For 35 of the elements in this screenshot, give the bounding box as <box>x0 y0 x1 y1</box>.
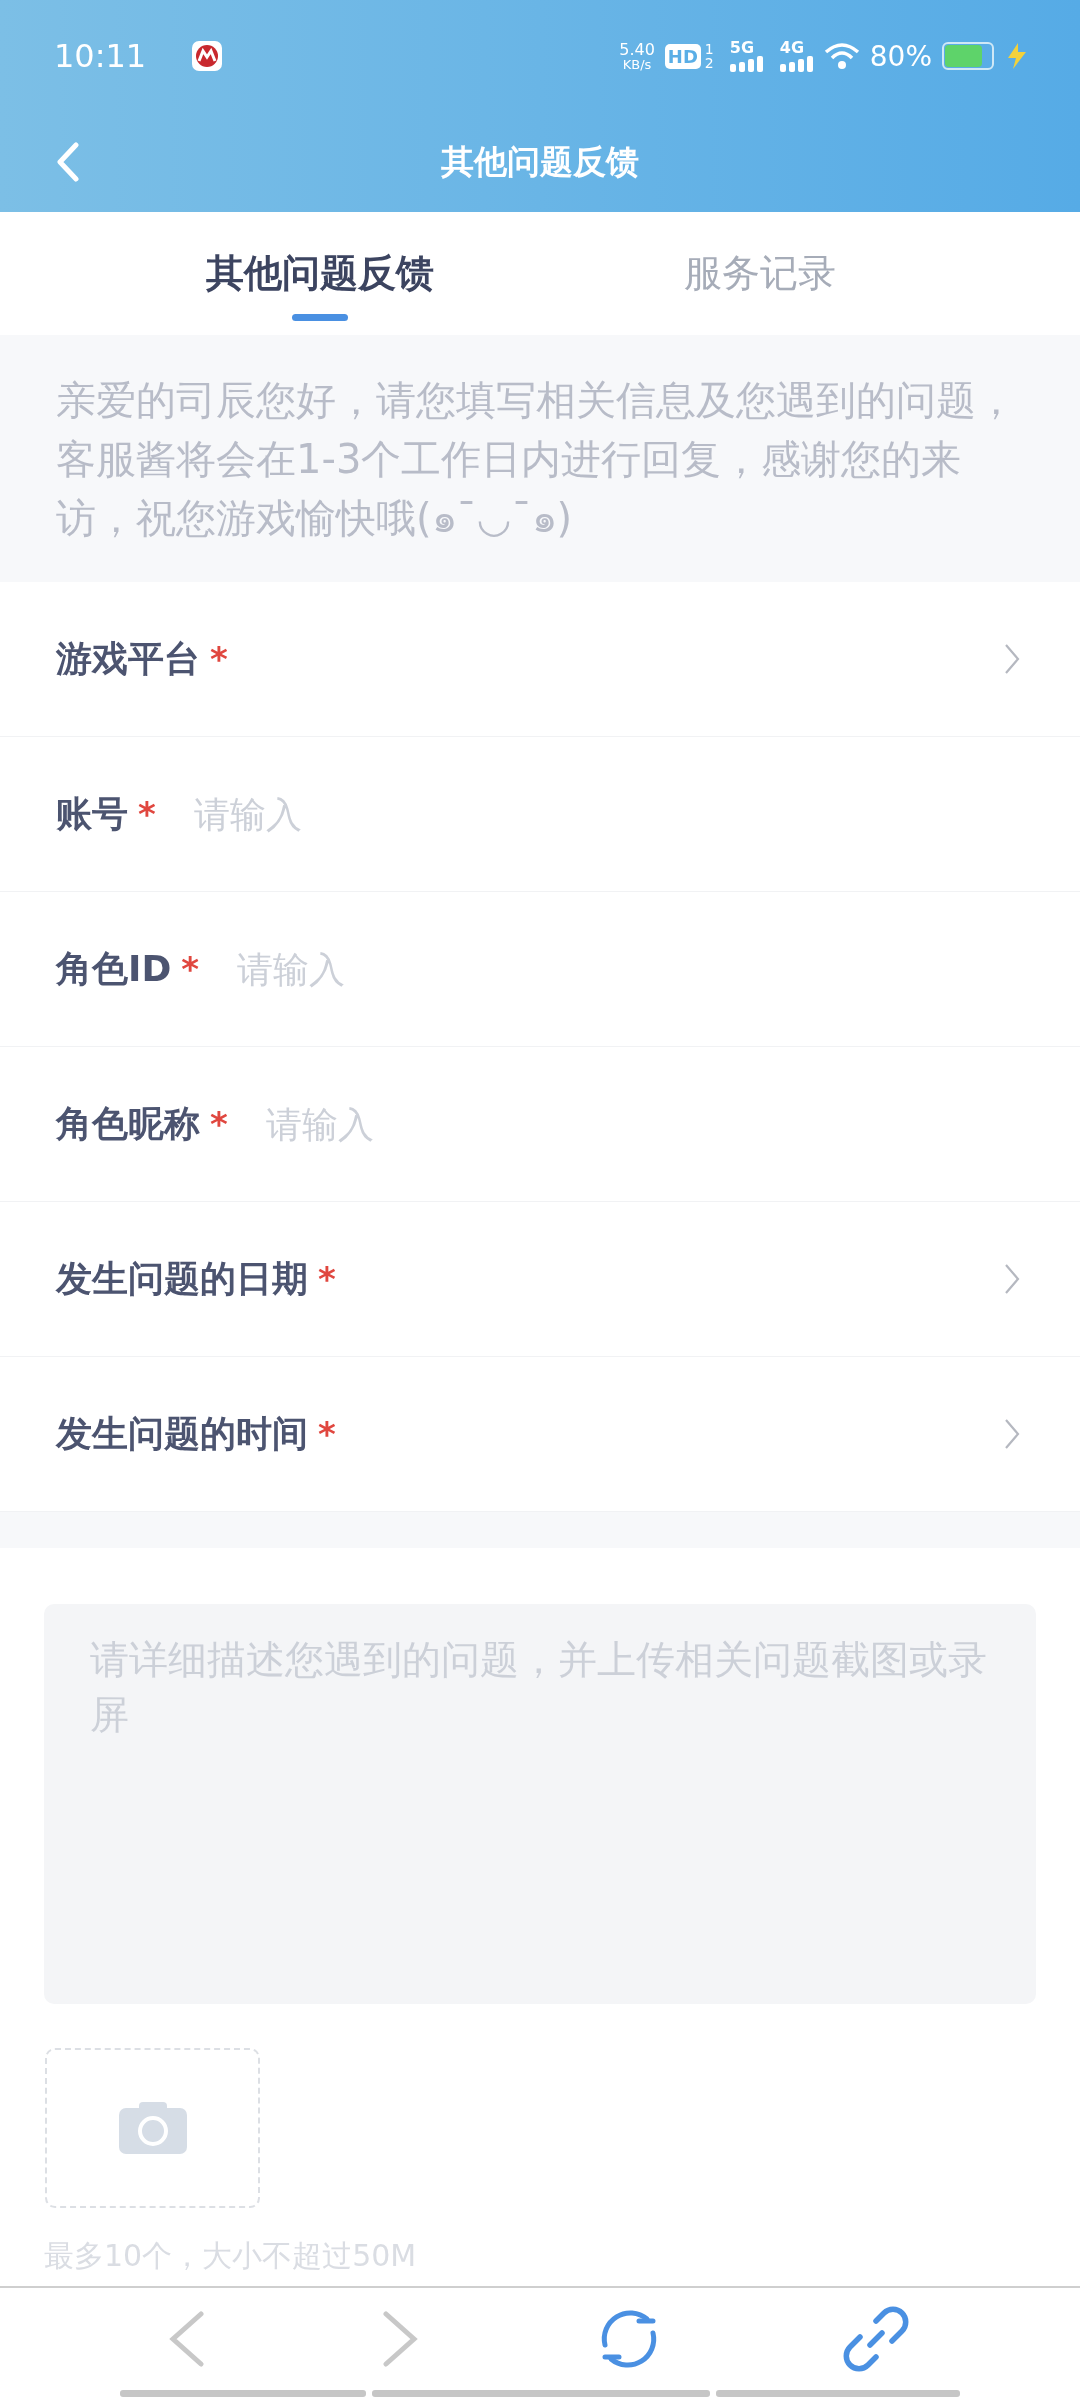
field-label: 账号 <box>56 791 128 836</box>
field-label: 游戏平台 <box>56 636 200 681</box>
field-label: 角色昵称 <box>56 1101 200 1146</box>
sim-number: 1 <box>704 42 714 56</box>
hd-badge: HD <box>664 43 701 69</box>
app-notification-icon <box>192 41 223 71</box>
network-type: 4G <box>779 40 805 56</box>
field-label: 发生问题的时间 <box>56 1411 308 1456</box>
sim-number: 2 <box>704 56 714 70</box>
wifi-icon <box>823 42 860 70</box>
battery-icon <box>942 42 994 70</box>
upload-button[interactable] <box>45 2048 260 2208</box>
field-label: 发生问题的日期 <box>56 1256 308 1301</box>
notice-text: 亲爱的司辰您好，请您填写相关信息及您遇到的问题，客服酱将会在1-3个工作日内进行回复，感谢您的来访，祝您游戏愉快哦(๑¯◡¯๑) <box>56 376 1017 543</box>
signal-icon <box>779 56 814 72</box>
tab[interactable]: 其他问题反馈 <box>160 212 480 335</box>
speed-unit: KB/s <box>622 57 652 71</box>
speed-value: 5.40 <box>619 41 655 58</box>
required-mark: * <box>210 1104 228 1144</box>
network-type: 5G <box>729 40 755 56</box>
required-mark: * <box>318 1414 336 1454</box>
chevron-right-icon[interactable] <box>1004 1263 1020 1295</box>
signal-icon <box>729 56 764 72</box>
page-title: 其他问题反馈 <box>441 140 639 183</box>
battery-percent: 80% <box>869 39 932 73</box>
field-label: 角色ID <box>56 946 172 991</box>
required-mark: * <box>138 794 156 834</box>
required-mark: * <box>181 949 200 989</box>
required-mark: * <box>210 639 228 679</box>
back-icon[interactable] <box>56 142 80 182</box>
chevron-right-icon[interactable] <box>1004 1418 1020 1450</box>
chevron-right-icon[interactable] <box>1004 643 1020 675</box>
camera-icon <box>118 2102 187 2154</box>
required-mark: * <box>318 1259 336 1299</box>
clock-time: 10:11 <box>54 37 147 75</box>
